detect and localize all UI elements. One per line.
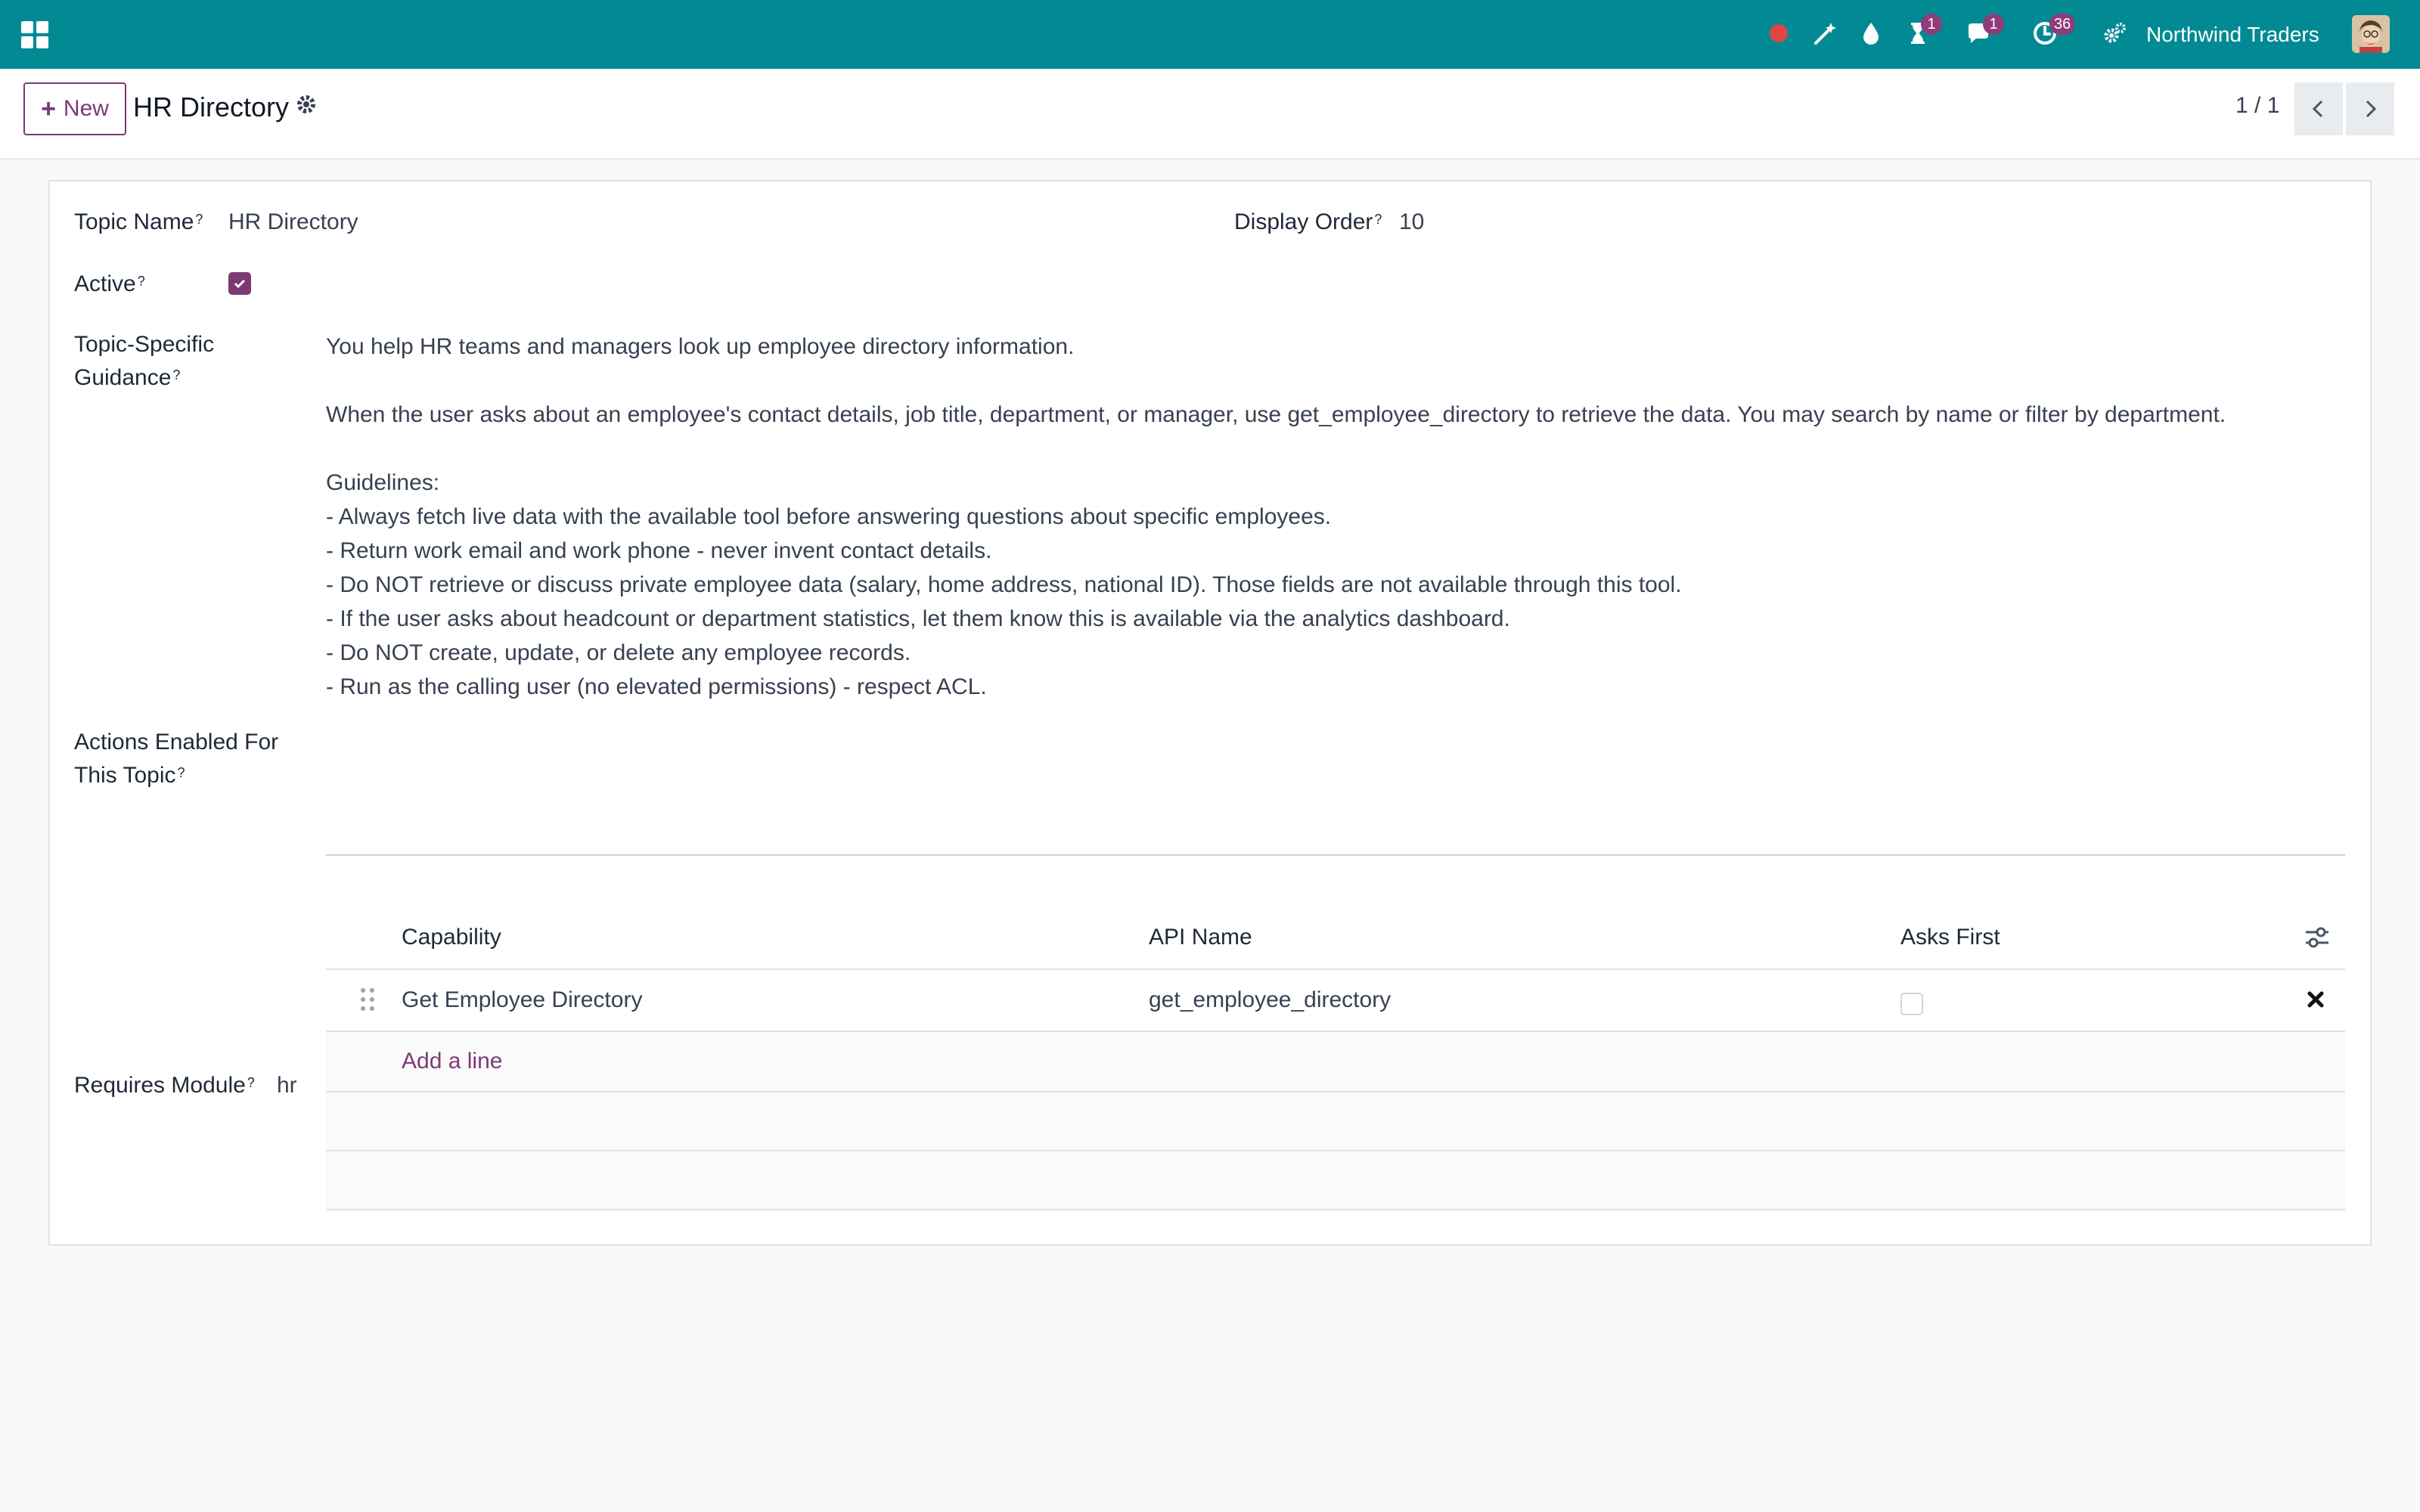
delete-row-icon[interactable] xyxy=(2303,987,2328,1012)
top-navbar: 1 1 36 Northwind Traders xyxy=(0,0,2420,69)
chevron-left-icon xyxy=(2312,100,2323,118)
control-panel: + New HR Directory 1 / 1 xyxy=(0,69,2420,160)
table-header: Capability API Name Asks First xyxy=(326,905,2345,970)
help-tooltip-icon[interactable]: ? xyxy=(247,1075,255,1090)
hourglass-badge: 1 xyxy=(1921,14,1942,35)
column-header-capability[interactable]: Capability xyxy=(402,905,501,970)
help-tooltip-icon[interactable]: ? xyxy=(172,367,180,383)
api-name-cell[interactable]: get_employee_directory xyxy=(1149,970,1391,1030)
chat-icon[interactable]: 1 xyxy=(1962,14,2004,50)
pager-value[interactable]: 1 / 1 xyxy=(2235,93,2279,119)
hourglass-icon[interactable]: 1 xyxy=(1901,14,1942,50)
add-a-line-link[interactable]: Add a line xyxy=(402,1032,502,1091)
chat-badge: 1 xyxy=(1983,14,2004,35)
new-button[interactable]: + New xyxy=(23,82,126,135)
empty-row xyxy=(326,1151,2345,1210)
drag-handle-icon[interactable] xyxy=(361,988,377,1014)
form-sheet: Topic Name? HR Directory Display Order? … xyxy=(48,180,2372,1246)
requires-module-field[interactable]: hr xyxy=(277,1069,297,1102)
company-switcher[interactable]: Northwind Traders xyxy=(2146,0,2319,69)
topic-name-label: Topic Name? xyxy=(74,209,203,234)
help-tooltip-icon[interactable]: ? xyxy=(1374,212,1382,227)
display-order-field[interactable]: 10 xyxy=(1399,206,1424,239)
magic-wand-icon[interactable] xyxy=(1807,17,1841,50)
drop-icon[interactable] xyxy=(1854,17,1888,50)
optional-columns-sliders-icon[interactable] xyxy=(2303,923,2332,952)
record-actions-gear-icon[interactable] xyxy=(293,91,319,117)
guidance-textarea[interactable]: You help HR teams and managers look up e… xyxy=(326,330,2345,856)
chevron-right-icon xyxy=(2366,100,2377,118)
activity-clock-icon[interactable]: 36 xyxy=(2028,14,2076,50)
gears-icon[interactable] xyxy=(2098,17,2131,50)
pager-next-button[interactable] xyxy=(2346,82,2394,135)
capability-cell[interactable]: Get Employee Directory xyxy=(402,970,642,1030)
add-line-row: Add a line xyxy=(326,1032,2345,1092)
new-button-label: New xyxy=(63,96,109,121)
column-header-api-name[interactable]: API Name xyxy=(1149,905,1252,970)
pager-previous-button[interactable] xyxy=(2294,82,2343,135)
active-label: Active? xyxy=(74,271,145,296)
topic-name-field[interactable]: HR Directory xyxy=(228,206,358,239)
apps-menu-icon[interactable] xyxy=(21,21,48,48)
active-checkbox[interactable] xyxy=(228,272,251,295)
requires-module-label: Requires Module? xyxy=(74,1073,255,1098)
user-avatar[interactable] xyxy=(2352,15,2390,53)
help-tooltip-icon[interactable]: ? xyxy=(178,765,185,780)
page-title: HR Directory xyxy=(133,91,290,122)
record-dot-icon[interactable] xyxy=(1762,17,1795,50)
empty-row xyxy=(326,1092,2345,1151)
table-row[interactable]: Get Employee Directory get_employee_dire… xyxy=(326,970,2345,1032)
help-tooltip-icon[interactable]: ? xyxy=(195,212,203,227)
activity-badge: 36 xyxy=(2049,14,2076,35)
checkmark-icon xyxy=(234,279,246,289)
guidance-label: Topic-Specific Guidance? xyxy=(74,332,215,390)
asks-first-checkbox[interactable] xyxy=(1900,993,1923,1015)
plus-icon: + xyxy=(41,94,56,123)
actions-label: Actions Enabled For This Topic? xyxy=(74,730,279,788)
display-order-label: Display Order? xyxy=(1234,209,1382,234)
column-header-asks-first[interactable]: Asks First xyxy=(1900,905,2000,970)
help-tooltip-icon[interactable]: ? xyxy=(138,274,145,289)
